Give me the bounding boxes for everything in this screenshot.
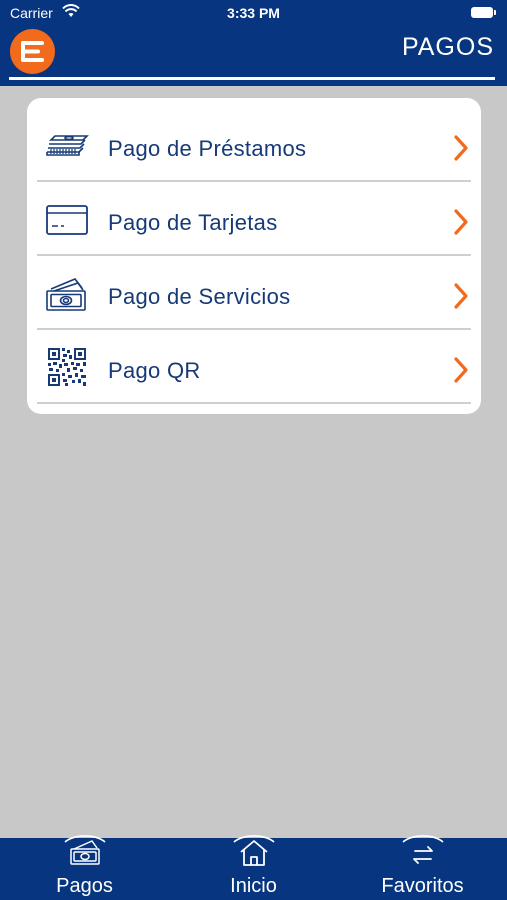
battery-icon bbox=[471, 7, 496, 18]
menu-item-pago-tarjetas[interactable]: Pago de Tarjetas bbox=[37, 182, 471, 256]
menu-item-label: Pago QR bbox=[108, 358, 201, 383]
status-bar: Carrier 3:33 PM bbox=[0, 0, 507, 26]
tab-favoritos[interactable]: Favoritos bbox=[338, 835, 507, 900]
menu-icon bbox=[21, 41, 44, 62]
chevron-right-icon bbox=[454, 283, 468, 309]
chevron-right-icon bbox=[454, 357, 468, 383]
menu-item-label: Pago de Tarjetas bbox=[108, 210, 278, 235]
status-time: 3:33 PM bbox=[227, 5, 280, 21]
row-divider bbox=[37, 402, 471, 404]
page-title: PAGOS bbox=[401, 33, 494, 61]
menu-item-pago-prestamos[interactable]: Pago de Préstamos bbox=[37, 108, 471, 182]
payments-menu-card: Pago de Préstamos Pago de Tarjetas Pago … bbox=[27, 98, 481, 414]
menu-item-pago-qr[interactable]: Pago QR bbox=[37, 330, 471, 404]
tab-pagos[interactable]: Pagos bbox=[0, 835, 169, 900]
tab-label: Pagos bbox=[56, 875, 113, 897]
banknotes-icon bbox=[63, 835, 106, 865]
header-divider bbox=[9, 77, 495, 80]
menu-item-label: Pago de Préstamos bbox=[108, 136, 307, 161]
home-icon bbox=[232, 835, 275, 866]
qr-code-icon bbox=[48, 348, 86, 386]
menu-item-pago-servicios[interactable]: Pago de Servicios bbox=[37, 256, 471, 330]
tab-label: Favoritos bbox=[381, 875, 464, 897]
app-header: Carrier 3:33 PM PAGOS bbox=[0, 0, 507, 86]
tab-inicio[interactable]: Inicio bbox=[169, 835, 338, 900]
menu-item-label: Pago de Servicios bbox=[108, 284, 291, 309]
chevron-right-icon bbox=[454, 135, 468, 161]
credit-card-icon bbox=[46, 205, 88, 235]
cash-stack-icon bbox=[46, 135, 89, 156]
menu-button[interactable] bbox=[10, 29, 55, 74]
banknotes-icon bbox=[46, 278, 86, 311]
chevron-right-icon bbox=[454, 209, 468, 235]
swap-arrows-icon bbox=[401, 835, 444, 864]
tab-label: Inicio bbox=[230, 875, 277, 897]
tab-bar: Pagos Inicio Favoritos bbox=[0, 835, 507, 900]
